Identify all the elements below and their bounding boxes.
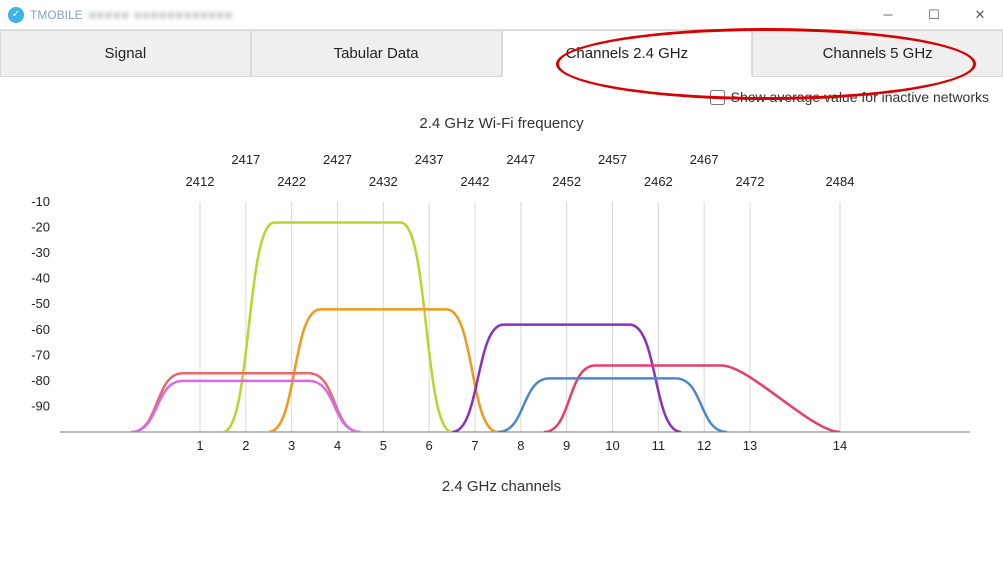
show-average-checkbox[interactable] — [710, 90, 725, 105]
svg-text:2442: 2442 — [461, 174, 490, 189]
svg-text:11: 11 — [652, 438, 666, 453]
tab-channels-24[interactable]: Channels 2.4 GHz — [502, 30, 753, 77]
svg-text:2427: 2427 — [323, 152, 352, 167]
title-rest: ■■■■■ ■■■■■■■■■■■■ — [89, 8, 234, 22]
svg-text:2: 2 — [242, 438, 249, 453]
window-controls: ─ ☐ ✕ — [865, 0, 1003, 30]
svg-text:2437: 2437 — [415, 152, 444, 167]
svg-text:1: 1 — [196, 438, 203, 453]
svg-text:-20: -20 — [31, 220, 50, 235]
tab-bar: Signal Tabular Data Channels 2.4 GHz Cha… — [0, 30, 1003, 77]
chart-title: 2.4 GHz Wi-Fi frequency — [0, 115, 1003, 132]
close-button[interactable]: ✕ — [957, 0, 1003, 30]
svg-text:-30: -30 — [31, 245, 50, 260]
svg-text:2472: 2472 — [736, 174, 765, 189]
maximize-button[interactable]: ☐ — [911, 0, 957, 30]
svg-text:2452: 2452 — [552, 174, 581, 189]
chart-area: 1234567891011121314-10-20-30-40-50-60-70… — [0, 132, 1003, 472]
svg-text:7: 7 — [471, 438, 478, 453]
svg-text:14: 14 — [833, 438, 847, 453]
svg-text:-80: -80 — [31, 373, 50, 388]
show-average-label: Show average value for inactive networks — [731, 89, 989, 105]
svg-text:2467: 2467 — [690, 152, 719, 167]
tab-channels-5[interactable]: Channels 5 GHz — [752, 30, 1003, 77]
svg-text:-60: -60 — [31, 322, 50, 337]
svg-text:2447: 2447 — [506, 152, 535, 167]
svg-text:-40: -40 — [31, 271, 50, 286]
titlebar-left: ✓ TMOBILE ■■■■■ ■■■■■■■■■■■■ — [8, 7, 233, 23]
minimize-button[interactable]: ─ — [865, 0, 911, 30]
svg-text:9: 9 — [563, 438, 570, 453]
svg-text:2462: 2462 — [644, 174, 673, 189]
tab-tabular[interactable]: Tabular Data — [251, 30, 502, 77]
svg-text:-10: -10 — [31, 194, 50, 209]
svg-text:-70: -70 — [31, 347, 50, 362]
svg-text:2432: 2432 — [369, 174, 398, 189]
svg-text:2422: 2422 — [277, 174, 306, 189]
titlebar: ✓ TMOBILE ■■■■■ ■■■■■■■■■■■■ ─ ☐ ✕ — [0, 0, 1003, 30]
svg-text:6: 6 — [426, 438, 433, 453]
options-row: Show average value for inactive networks — [0, 77, 1003, 111]
svg-text:4: 4 — [334, 438, 341, 453]
chart-svg: 1234567891011121314-10-20-30-40-50-60-70… — [0, 132, 1003, 472]
svg-text:2484: 2484 — [826, 174, 855, 189]
tab-signal[interactable]: Signal — [0, 30, 251, 77]
svg-text:-50: -50 — [31, 296, 50, 311]
app-name: TMOBILE — [30, 8, 83, 22]
svg-text:12: 12 — [697, 438, 711, 453]
app-icon: ✓ — [8, 7, 24, 23]
xaxis-title: 2.4 GHz channels — [0, 478, 1003, 495]
svg-text:13: 13 — [743, 438, 757, 453]
svg-text:-90: -90 — [31, 398, 50, 413]
svg-text:3: 3 — [288, 438, 295, 453]
svg-text:2417: 2417 — [231, 152, 260, 167]
svg-text:10: 10 — [605, 438, 619, 453]
svg-text:2457: 2457 — [598, 152, 627, 167]
svg-text:5: 5 — [380, 438, 387, 453]
svg-text:2412: 2412 — [186, 174, 215, 189]
svg-text:8: 8 — [517, 438, 524, 453]
